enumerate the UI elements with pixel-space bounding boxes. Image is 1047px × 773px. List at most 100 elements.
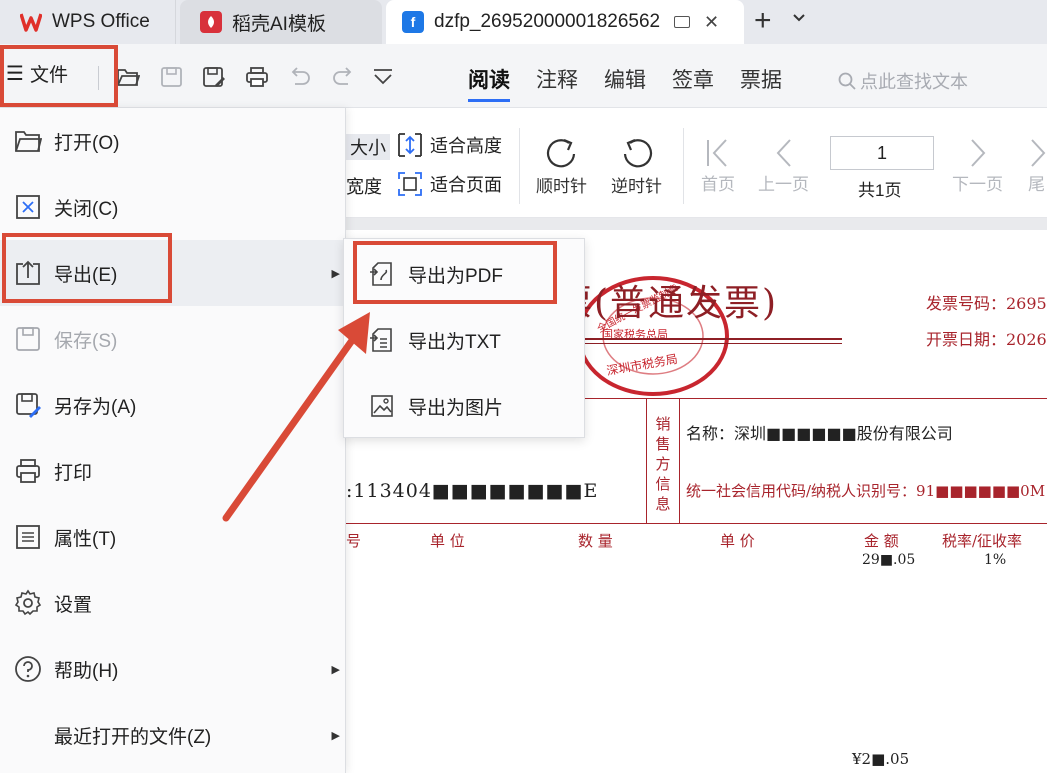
annotation-arrow [222,312,370,522]
fit-page-button[interactable]: 适合页面 [396,171,502,197]
rotate-counterclockwise-label: 逆时针 [611,177,662,196]
open-folder-icon[interactable] [116,66,141,88]
table-border [646,398,647,523]
tab-label: WPS Office [52,11,150,32]
next-page-icon [970,139,985,167]
fit-width-label: 宽度 [346,177,382,197]
submenu-arrow-icon: ▶ [331,267,340,280]
search-box[interactable]: 点此查找文本 [838,68,968,94]
fit-page-label: 适合页面 [430,175,502,195]
invoice-title-text: (普通发票) [594,283,779,324]
tab-list-chevron-icon[interactable] [792,10,806,26]
tab-edit[interactable]: 编辑 [604,64,646,102]
tab-annotate[interactable]: 注释 [536,64,578,102]
total-value: ¥2■.05 [852,750,910,768]
col-amount: 金 额 [864,532,899,550]
menu-item-recent-files[interactable]: 最近打开的文件(Z) ▶ [0,702,346,768]
export-icon [16,260,40,285]
prev-page-button[interactable]: 上一页 [758,136,809,195]
menu-item-label: 设置 [54,594,93,616]
menu-item-label: 保存(S) [54,330,118,352]
page-number-input[interactable]: 1 [830,136,934,170]
next-page-button[interactable]: 下一页 [952,136,1003,195]
tab-label: dzfp_26952000001826562 [434,11,661,32]
tab-sign[interactable]: 签章 [672,64,714,102]
first-page-icon [707,139,727,167]
fit-height-label: 适合高度 [430,136,502,156]
folder-icon [15,131,42,152]
save-as-icon[interactable] [202,66,226,88]
prev-page-label: 上一页 [758,175,809,194]
window-mode-icon[interactable] [674,16,690,28]
submenu-item-export-pdf[interactable]: 导出为PDF [344,241,584,307]
fit-page-icon [398,172,422,196]
fit-width-button[interactable]: 宽度 [346,173,382,199]
last-page-button[interactable]: 尾 [1026,136,1047,195]
actual-size-label: 大小 [350,138,386,158]
col-tax-rate: 税率/征收率 [942,532,1023,550]
col-unit-price: 单 价 [720,532,755,550]
print-icon[interactable] [245,66,269,88]
submenu-item-label: 导出为TXT [408,331,501,353]
print-icon [16,459,40,483]
menu-item-label: 打开(O) [54,132,120,154]
more-dropdown-icon[interactable] [371,66,395,88]
first-page-label: 首页 [701,175,735,194]
tab-invoice[interactable]: 票据 [740,64,782,102]
close-tab-icon[interactable]: ✕ [704,12,719,33]
rotate-counterclockwise-button[interactable]: 逆时针 [611,134,662,197]
file-menu-button[interactable]: ☰ 文件 [6,60,68,87]
seller-name: 名称：深圳■■■■■■股份有限公司 [686,424,953,443]
rotate-clockwise-label: 顺时针 [536,177,587,196]
seller-tax-id: 统一社会信用代码/纳税人识别号：91■■■■■■0M [686,482,1046,500]
page-total-label: 共1页 [858,181,902,200]
new-tab-button[interactable]: + [754,4,772,38]
submenu-item-label: 导出为PDF [408,265,504,287]
invoice-number: 发票号码：2695 [926,294,1047,313]
menu-item-export[interactable]: 导出(E) ▶ [0,240,346,306]
rotate-counterclockwise-icon [623,138,652,168]
next-page-label: 下一页 [952,175,1003,194]
undo-icon[interactable] [288,66,312,88]
menu-item-close[interactable]: 关闭(C) [0,174,346,240]
seller-vertical-label: 销售方信息 [655,415,671,513]
hamburger-icon: ☰ [6,63,24,85]
tab-read[interactable]: 阅读 [468,64,510,102]
menu-item-settings[interactable]: 设置 [0,570,346,636]
app-window: WPS Office 稻壳AI模板 f dzfp_269520000018265… [0,0,1047,773]
pdf-export-icon [370,262,392,286]
col-quantity: 数 量 [578,532,613,550]
menu-item-help[interactable]: 帮助(H) ▶ [0,636,346,702]
fit-height-button[interactable]: 适合高度 [396,132,502,158]
save-icon[interactable] [160,66,184,88]
tab-wps-office[interactable]: WPS Office [0,0,176,44]
menu-item-label: 属性(T) [54,528,117,550]
search-placeholder: 点此查找文本 [860,72,968,92]
menu-item-open[interactable]: 打开(O) [0,108,346,174]
actual-size-button[interactable]: 大小 [346,134,390,160]
tab-daoke-template[interactable]: 稻壳AI模板 [180,0,382,44]
invoice-title: 票(普通发票) [556,274,778,326]
tax-rate-value: 1% [984,552,1007,568]
rotate-clockwise-icon [546,138,575,168]
help-icon [15,656,41,682]
col-item-no: 号 [346,532,362,550]
tab-label: 稻壳AI模板 [232,13,326,35]
table-border [679,398,680,523]
save-as-icon [16,393,41,418]
main-toolbar: ☰ 文件 阅读 注释 编辑 签章 票据 点此查找文本 [0,44,1047,108]
invoice-date: 开票日期：2026 [926,330,1047,349]
first-page-button[interactable]: 首页 [700,136,736,195]
rotate-clockwise-button[interactable]: 顺时针 [536,134,587,197]
redo-icon[interactable] [331,66,355,88]
save-icon [16,327,40,351]
tab-document[interactable]: f dzfp_26952000001826562 ✕ [386,0,744,44]
view-tabs: 阅读 注释 编辑 签章 票据 [468,64,782,102]
last-page-label: 尾 [1028,175,1045,194]
menu-item-label: 另存为(A) [54,396,137,418]
menu-item-label: 导出(E) [54,264,118,286]
submenu-arrow-icon: ▶ [331,729,340,742]
close-box-icon [16,195,40,219]
settings-icon [14,589,42,616]
amount-value: 29■.05 [862,552,916,568]
